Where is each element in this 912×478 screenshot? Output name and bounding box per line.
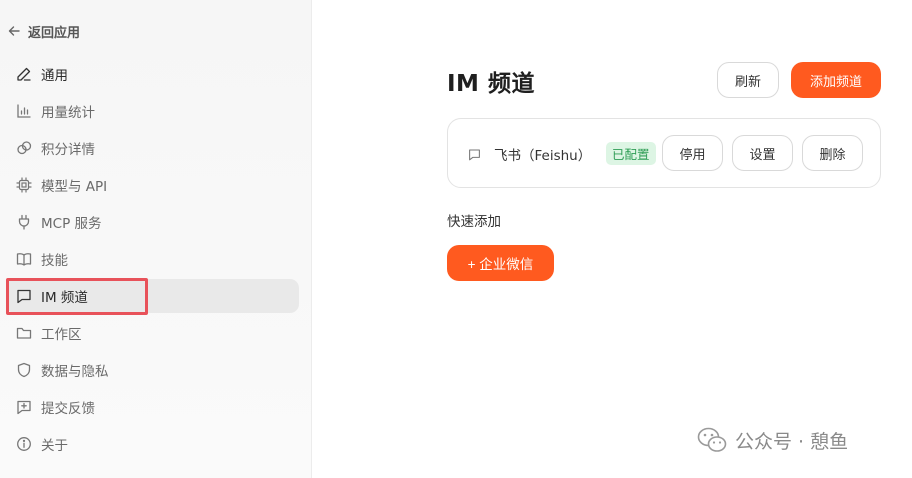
sidebar-item-feedback[interactable]: 提交反馈 bbox=[6, 390, 299, 424]
sidebar-item-mcp[interactable]: MCP 服务 bbox=[6, 205, 299, 239]
sidebar-item-label: 通用 bbox=[41, 68, 68, 84]
add-wecom-button[interactable]: + 企业微信 bbox=[447, 245, 554, 281]
info-icon bbox=[17, 437, 31, 451]
sidebar-item-label: 模型与 API bbox=[41, 179, 108, 195]
delete-button[interactable]: 删除 bbox=[802, 135, 863, 171]
sidebar-item-label: MCP 服务 bbox=[41, 216, 102, 232]
book-icon bbox=[16, 253, 32, 266]
refresh-button[interactable]: 刷新 bbox=[717, 62, 779, 98]
watermark: 公众号 · 憩鱼 bbox=[697, 426, 848, 454]
plug-icon bbox=[18, 214, 30, 230]
feedback-icon bbox=[17, 400, 31, 415]
coins-icon bbox=[17, 141, 32, 155]
sidebar-item-label: 数据与隐私 bbox=[41, 364, 109, 380]
sidebar-item-usage[interactable]: 用量统计 bbox=[6, 94, 299, 128]
settings-nav: 通用 用量统计 积分详情 模型与 API MCP 服务 技能 IM 频道 工作区… bbox=[6, 57, 299, 464]
sidebar-item-general[interactable]: 通用 bbox=[6, 57, 299, 91]
sidebar-item-points[interactable]: 积分详情 bbox=[6, 131, 299, 165]
sidebar: 返回应用 通用 用量统计 积分详情 模型与 API MCP 服务 技能 IM 频… bbox=[0, 0, 312, 478]
channel-card-feishu: 飞书（Feishu） 已配置 停用 设置 删除 bbox=[447, 118, 881, 188]
pen-icon bbox=[17, 67, 31, 81]
sidebar-item-workspace[interactable]: 工作区 bbox=[6, 316, 299, 350]
sidebar-item-label: 积分详情 bbox=[41, 142, 95, 158]
folder-icon bbox=[16, 327, 32, 339]
sidebar-item-label: 用量统计 bbox=[41, 105, 95, 121]
channel-name: 飞书（Feishu） bbox=[494, 148, 592, 164]
back-to-app-link[interactable]: 返回应用 bbox=[8, 19, 80, 43]
message-icon bbox=[469, 149, 480, 161]
sidebar-item-about[interactable]: 关于 bbox=[6, 427, 299, 461]
back-label: 返回应用 bbox=[28, 25, 81, 41]
watermark-text: 公众号 · 憩鱼 bbox=[735, 430, 849, 453]
sidebar-item-label: 关于 bbox=[41, 438, 68, 454]
sidebar-item-skills[interactable]: 技能 bbox=[6, 242, 299, 276]
sidebar-item-data-privacy[interactable]: 数据与隐私 bbox=[6, 353, 299, 387]
sidebar-item-models-api[interactable]: 模型与 API bbox=[6, 168, 299, 202]
page-title: IM 频道 bbox=[447, 71, 535, 97]
add-channel-button[interactable]: 添加频道 bbox=[791, 62, 881, 98]
bar-chart-icon bbox=[17, 104, 31, 118]
chip-icon bbox=[16, 177, 32, 193]
shield-icon bbox=[17, 362, 31, 378]
message-icon bbox=[17, 289, 31, 304]
wechat-icon bbox=[697, 427, 727, 452]
quick-add-title: 快速添加 bbox=[447, 214, 501, 230]
sidebar-item-label: 工作区 bbox=[41, 327, 82, 343]
disable-button[interactable]: 停用 bbox=[662, 135, 723, 171]
sidebar-item-label: IM 频道 bbox=[41, 290, 88, 306]
status-badge: 已配置 bbox=[606, 142, 656, 165]
arrow-left-icon bbox=[8, 26, 20, 36]
settings-button[interactable]: 设置 bbox=[732, 135, 793, 171]
sidebar-item-label: 提交反馈 bbox=[41, 401, 95, 417]
sidebar-item-im-channels[interactable]: IM 频道 bbox=[6, 279, 299, 313]
sidebar-item-label: 技能 bbox=[41, 253, 68, 269]
